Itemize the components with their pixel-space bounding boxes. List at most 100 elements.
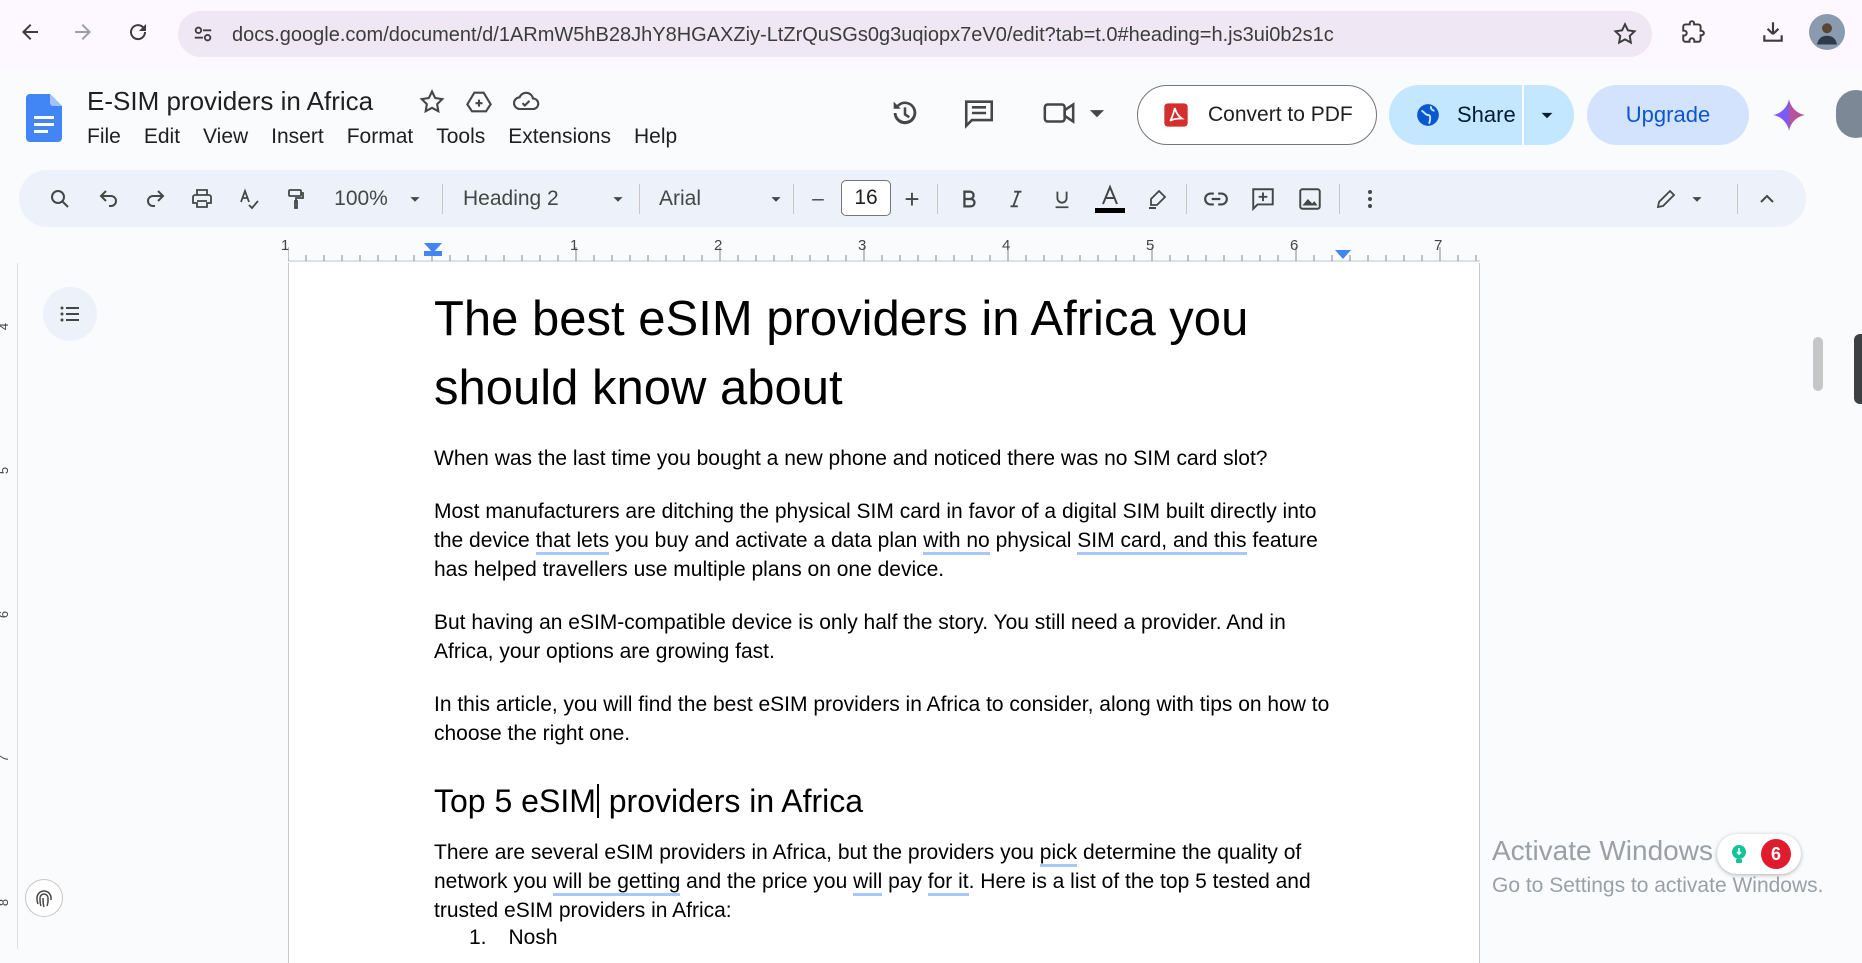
browser-toolbar: docs.google.com/document/d/1ARmW5hB28JhY…	[0, 0, 1862, 68]
more-options-button[interactable]	[1355, 184, 1385, 214]
horizontal-ruler[interactable]: 1 1 2 3 4 5 6 7	[281, 233, 1480, 263]
underline-icon	[1055, 191, 1069, 209]
font-size-input[interactable]: 16	[841, 180, 891, 216]
add-comment-button[interactable]	[1248, 184, 1278, 214]
menu-help[interactable]: Help	[634, 125, 677, 149]
menu-insert[interactable]: Insert	[271, 125, 324, 149]
chevron-up-icon	[1760, 194, 1774, 203]
grammar-suggestion[interactable]: pick	[1039, 841, 1078, 867]
text-color-button[interactable]	[1093, 184, 1127, 214]
spelling-check-button[interactable]	[234, 184, 264, 214]
editing-mode-chevron-icon[interactable]	[1686, 188, 1708, 210]
paragraph-2[interactable]: Most manufacturers are ditching the phys…	[434, 497, 1334, 584]
font-select[interactable]: Arial	[659, 184, 739, 214]
menu-view[interactable]: View	[203, 125, 248, 149]
scrollbar-thumb[interactable]	[1813, 337, 1823, 391]
convert-label: Convert to PDF	[1208, 103, 1353, 126]
docs-logo-icon[interactable]	[26, 94, 62, 142]
grammarly-widget[interactable]: 6	[1717, 834, 1801, 874]
menu-file[interactable]: File	[87, 125, 121, 149]
document-heading-2[interactable]: Top 5 eSIM providers in Africa	[434, 783, 863, 820]
zoom-select[interactable]: 100%	[331, 184, 391, 214]
search-menus-button[interactable]	[45, 184, 75, 214]
style-value: Heading 2	[463, 187, 559, 210]
ruler-number: 5	[1146, 237, 1155, 254]
comments-icon[interactable]	[962, 96, 996, 130]
paragraph-4[interactable]: In this article, you will find the best …	[434, 690, 1334, 748]
paragraph-1[interactable]: When was the last time you bought a new …	[434, 444, 1334, 473]
account-avatar[interactable]	[1836, 90, 1862, 138]
bookmark-star-icon[interactable]	[1612, 21, 1638, 47]
document-outline-button[interactable]	[43, 287, 97, 341]
menu-tools[interactable]: Tools	[436, 125, 485, 149]
undo-button[interactable]	[94, 184, 124, 214]
grammar-suggestion[interactable]: for it	[927, 870, 969, 896]
fingerprint-button[interactable]	[25, 879, 63, 917]
grammar-suggestion[interactable]: will be getting	[553, 870, 681, 896]
styles-chevron-icon[interactable]	[607, 188, 629, 210]
address-bar[interactable]: docs.google.com/document/d/1ARmW5hB28JhY…	[178, 11, 1652, 57]
print-button[interactable]	[187, 184, 217, 214]
increase-font-size-button[interactable]: +	[899, 184, 925, 214]
redo-button[interactable]	[140, 184, 170, 214]
hide-menus-button[interactable]	[1752, 184, 1782, 214]
reload-button[interactable]	[120, 14, 156, 50]
list-item[interactable]: 1. Nosh	[469, 926, 558, 950]
convert-to-pdf-button[interactable]: Convert to PDF	[1137, 85, 1377, 145]
person-icon	[1817, 23, 1837, 45]
link-icon	[1204, 192, 1228, 206]
toolbar-divider	[937, 184, 938, 214]
share-chevron-icon[interactable]	[1534, 102, 1560, 128]
document-title[interactable]: E-SIM providers in Africa	[87, 86, 373, 117]
decrease-font-size-button[interactable]: –	[805, 184, 831, 214]
paint-format-button[interactable]	[281, 184, 311, 214]
grammar-suggestion[interactable]: with no	[923, 529, 990, 555]
grammar-suggestion[interactable]: that lets	[535, 529, 610, 555]
profile-avatar[interactable]	[1809, 14, 1845, 50]
vertical-ruler[interactable]: 4 5 6 7 8	[0, 263, 18, 949]
font-chevron-icon[interactable]	[765, 188, 787, 210]
zoom-value: 100%	[334, 187, 388, 210]
move-to-drive-icon[interactable]	[465, 88, 493, 116]
url-text[interactable]: docs.google.com/document/d/1ARmW5hB28JhY…	[232, 24, 1334, 47]
styles-select[interactable]: Heading 2	[463, 184, 573, 214]
highlight-color-button[interactable]	[1142, 184, 1172, 214]
insert-link-button[interactable]	[1201, 184, 1231, 214]
undo-icon	[99, 190, 117, 207]
zoom-chevron-icon[interactable]	[404, 188, 426, 210]
search-icon	[51, 190, 69, 208]
vruler-number: 4	[0, 323, 11, 330]
downloads-button[interactable]	[1755, 14, 1791, 50]
site-info-icon[interactable]	[192, 23, 214, 45]
version-history-icon[interactable]	[888, 96, 922, 130]
star-icon[interactable]	[418, 88, 446, 116]
bold-button[interactable]	[954, 184, 984, 214]
document-page[interactable]: The best eSIM providers in Africa you sh…	[288, 263, 1480, 963]
italic-button[interactable]	[1001, 184, 1031, 214]
gemini-icon[interactable]	[1770, 96, 1808, 134]
share-button[interactable]: Share	[1389, 85, 1574, 145]
chevron-down-icon[interactable]	[1080, 96, 1114, 130]
menu-edit[interactable]: Edit	[144, 125, 180, 149]
upgrade-button[interactable]: Upgrade	[1587, 85, 1749, 145]
text-color-icon	[1095, 184, 1125, 213]
paragraph-5[interactable]: There are several eSIM providers in Afri…	[434, 838, 1334, 925]
document-heading-1[interactable]: The best eSIM providers in Africa you sh…	[434, 285, 1334, 423]
cloud-saved-icon[interactable]	[512, 88, 540, 116]
meet-video-icon[interactable]	[1042, 96, 1076, 130]
extensions-button[interactable]	[1675, 14, 1711, 50]
underline-button[interactable]	[1047, 184, 1077, 214]
paragraph-3[interactable]: But having an eSIM-compatible device is …	[434, 608, 1334, 666]
insert-image-button[interactable]	[1295, 184, 1325, 214]
more-vert-icon	[1368, 190, 1372, 208]
menu-format[interactable]: Format	[347, 125, 414, 149]
formatting-toolbar: 100% Heading 2 Arial – 16 +	[19, 170, 1806, 227]
forward-button[interactable]	[65, 14, 101, 50]
menu-extensions[interactable]: Extensions	[508, 125, 611, 149]
editing-mode-button[interactable]	[1649, 184, 1683, 214]
bold-icon	[963, 190, 976, 208]
grammar-suggestion[interactable]: will	[853, 870, 883, 896]
back-button[interactable]	[12, 14, 48, 50]
grammar-suggestion[interactable]: SIM card, and this	[1077, 529, 1247, 555]
side-panel-handle[interactable]	[1854, 334, 1862, 404]
